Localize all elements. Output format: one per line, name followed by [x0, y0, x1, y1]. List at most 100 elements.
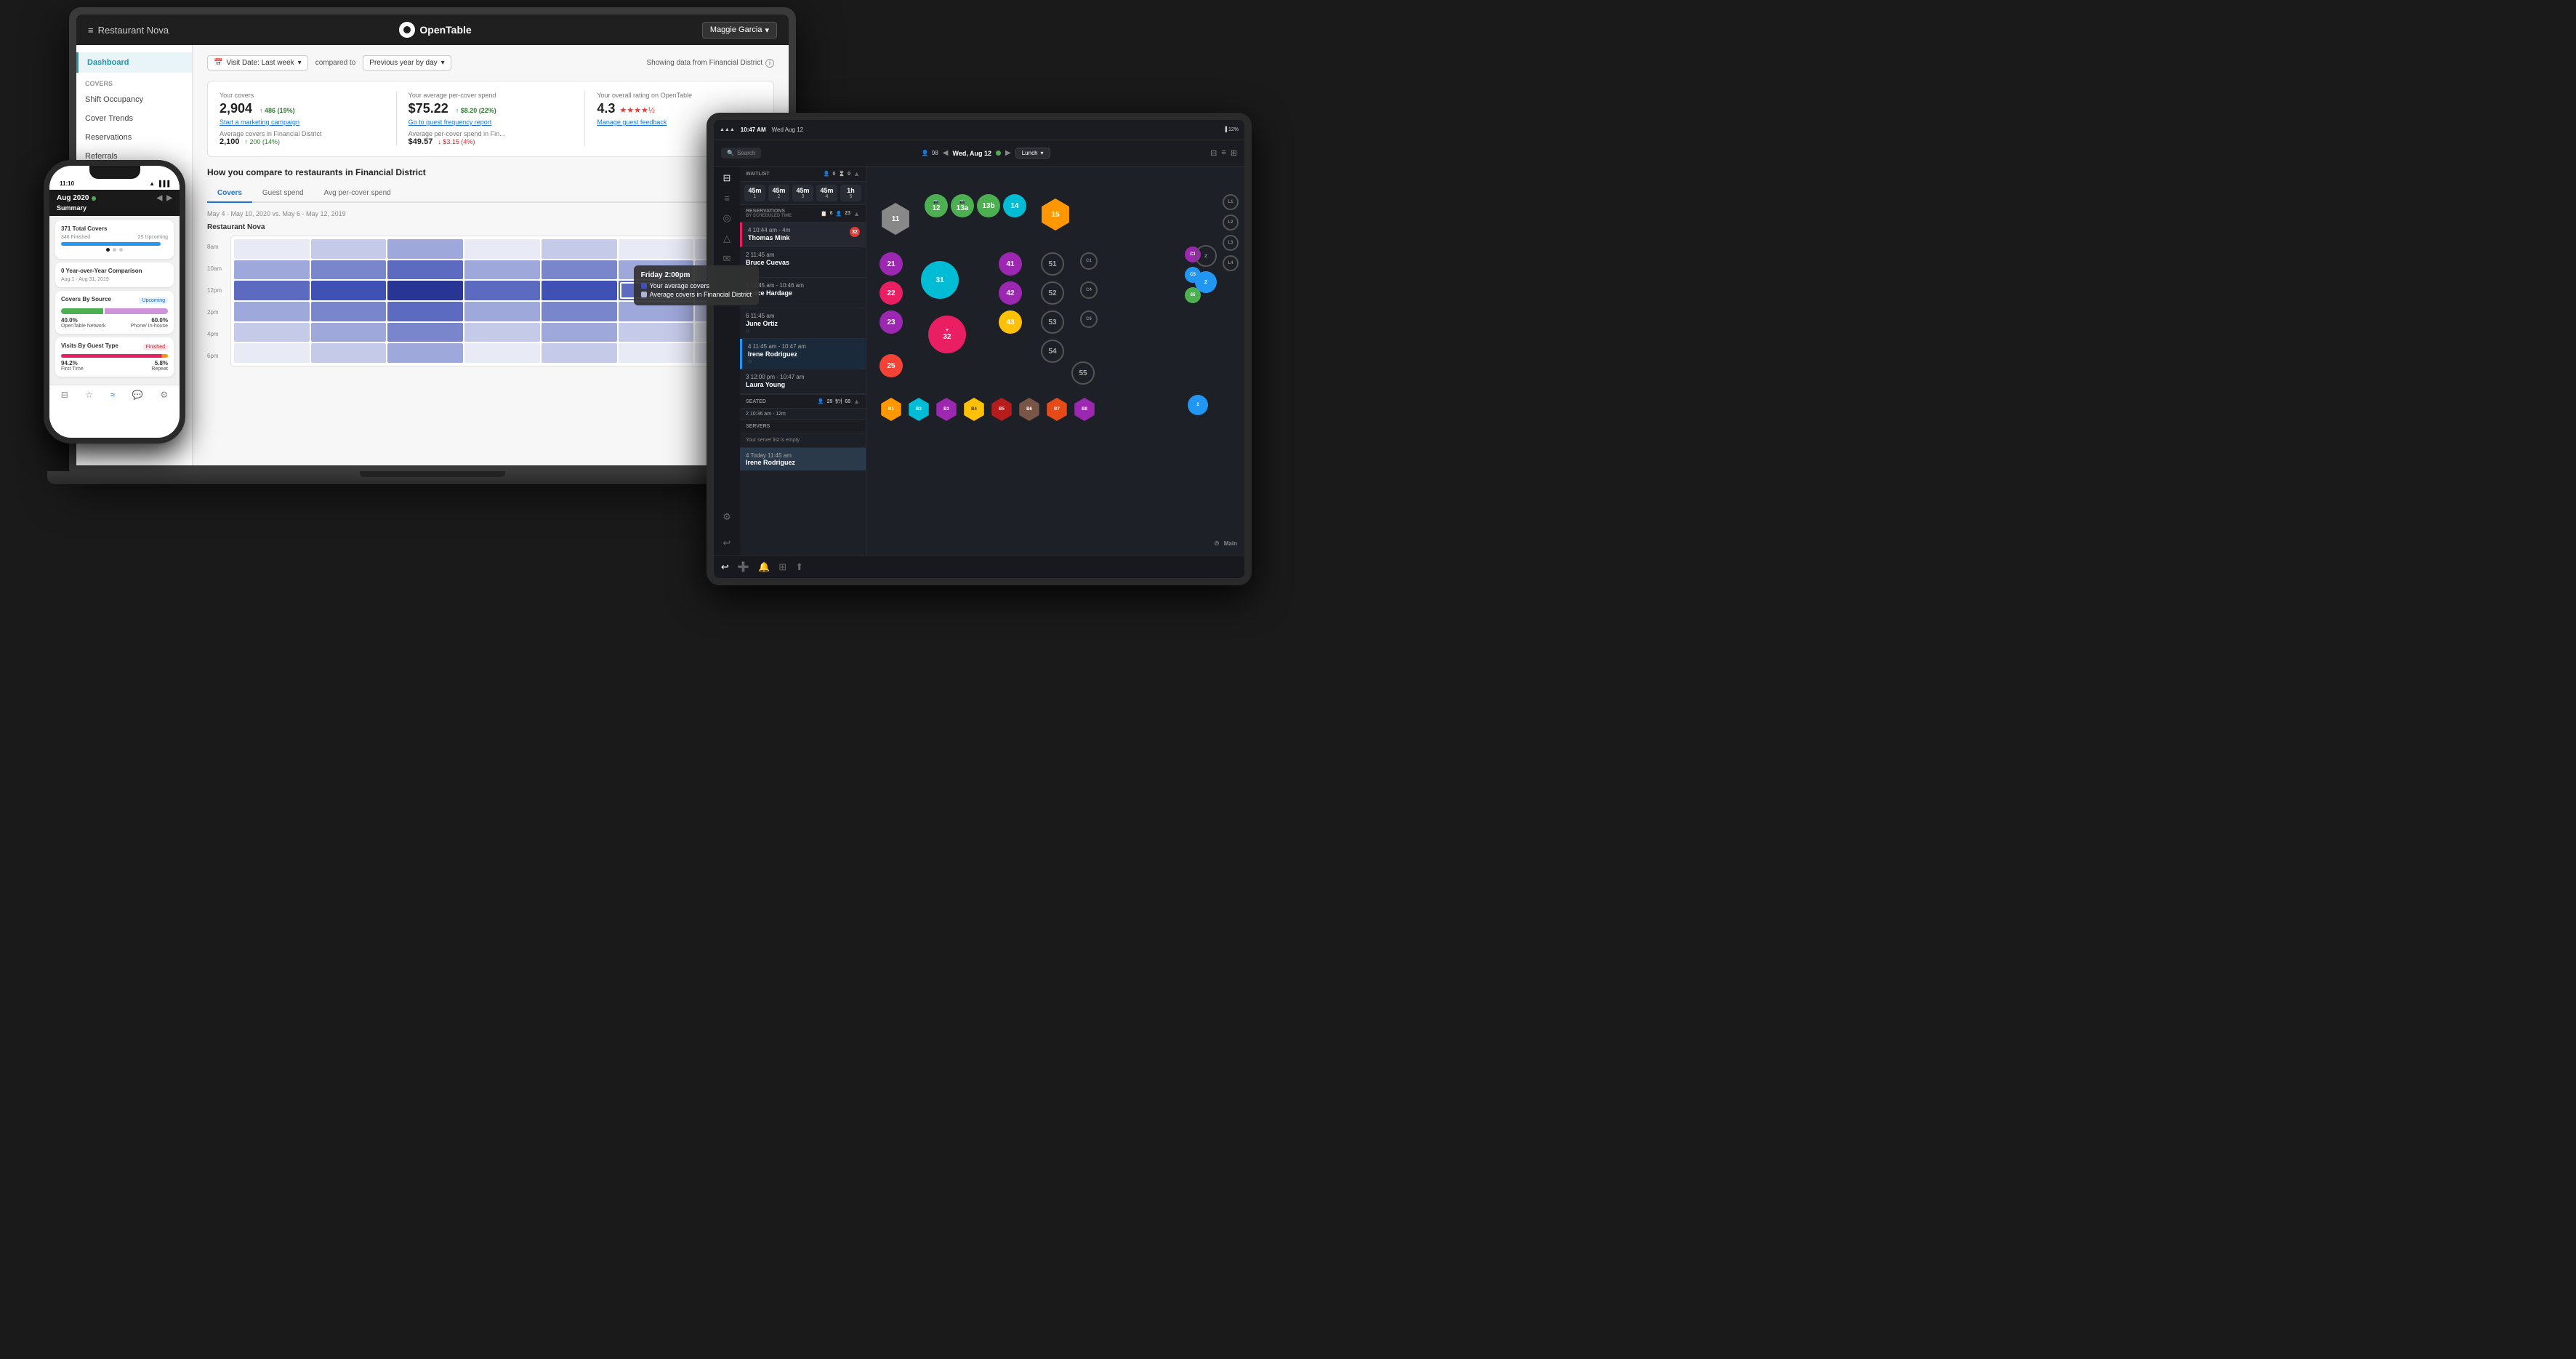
table-r3[interactable]: L3: [1223, 235, 1239, 251]
date-filter-button[interactable]: 📅 Visit Date: Last week ▾: [207, 55, 308, 71]
tab-guest-spend[interactable]: Guest spend: [252, 185, 314, 203]
table-b4[interactable]: B4: [962, 398, 986, 421]
bottom-icon-bell[interactable]: 🔔: [758, 561, 770, 573]
res-card-laura[interactable]: 3 12:00 pm - 10:47 am Laura Young: [740, 369, 866, 394]
tab-covers[interactable]: Covers: [207, 185, 252, 203]
table-51[interactable]: 51: [1041, 252, 1064, 276]
table-b7[interactable]: B7: [1045, 398, 1068, 421]
seated-expand-icon[interactable]: ▲: [853, 398, 860, 405]
table-53[interactable]: 53: [1041, 310, 1064, 334]
sidebar-icon-map[interactable]: ◎: [723, 212, 730, 224]
period-button[interactable]: Previous year by day ▾: [363, 55, 451, 71]
phone-time: 11:10: [60, 180, 74, 187]
grid-view-btn[interactable]: ⊟: [1210, 148, 1217, 158]
prev-month-btn[interactable]: ◀: [157, 194, 163, 202]
nav-settings[interactable]: ⚙: [160, 390, 168, 400]
sidebar-icon-settings[interactable]: ⚙: [723, 511, 731, 523]
table-r4[interactable]: L4: [1223, 255, 1239, 271]
hamburger-menu[interactable]: ≡ Restaurant Nova: [88, 25, 169, 36]
sidebar-icon-back[interactable]: ↩: [723, 537, 731, 549]
table-far-1[interactable]: 2: [1195, 245, 1217, 267]
expand-icon[interactable]: ▲: [853, 170, 860, 177]
spend-sub-value: $49.57: [408, 137, 433, 146]
table-22[interactable]: 22: [880, 281, 903, 305]
list-view-btn[interactable]: ≡: [1221, 148, 1225, 158]
sidebar-icon-home[interactable]: ⊟: [723, 172, 731, 184]
table-23[interactable]: 23: [880, 310, 903, 334]
bottom-icon-add[interactable]: ➕: [738, 561, 749, 573]
table-43[interactable]: 43: [999, 310, 1022, 334]
chevron-down-icon: ▾: [298, 59, 302, 67]
table-bar-extra-1[interactable]: 2: [1188, 395, 1208, 415]
table-21[interactable]: 21: [880, 252, 903, 276]
table-r1[interactable]: L1: [1223, 194, 1239, 210]
table-r2[interactable]: L2: [1223, 215, 1239, 230]
table-32[interactable]: + 32: [928, 316, 966, 353]
table-b3[interactable]: B3: [935, 398, 958, 421]
table-c6[interactable]: C6: [1080, 310, 1098, 328]
search-button[interactable]: 🔍 Search: [721, 148, 761, 159]
table-14[interactable]: 14: [1003, 194, 1026, 217]
opentable-label: OpenTable Network: [61, 324, 105, 329]
table-31[interactable]: 31: [921, 261, 959, 299]
bottom-icon-upload[interactable]: ⬆: [795, 561, 803, 573]
res-badge-1: 32: [850, 227, 860, 237]
table-13b[interactable]: 13b: [977, 194, 1000, 217]
table-far-2[interactable]: 2: [1195, 271, 1217, 293]
table-11[interactable]: 11: [880, 203, 911, 235]
spend-link[interactable]: Go to guest frequency report: [408, 119, 573, 126]
table-view-btn[interactable]: ⊞: [1231, 148, 1237, 158]
res-card-irene[interactable]: 4 11:45 am - 10:47 am Irene Rodriguez ◇: [740, 339, 866, 369]
table-52[interactable]: 52: [1041, 281, 1064, 305]
table-b2[interactable]: B2: [907, 398, 930, 421]
tab-avg-per-cover[interactable]: Avg per-cover spend: [314, 185, 401, 203]
dot-1: [106, 248, 110, 252]
sidebar-icon-list[interactable]: ≡: [724, 193, 730, 204]
sidebar-icon-messages[interactable]: ✉: [723, 253, 731, 265]
table-b8[interactable]: B8: [1073, 398, 1096, 421]
table-55[interactable]: 55: [1071, 361, 1095, 385]
table-b6[interactable]: B6: [1018, 398, 1041, 421]
table-54[interactable]: 54: [1041, 340, 1064, 363]
sidebar-item-dashboard[interactable]: Dashboard: [76, 52, 192, 73]
res-name-4: June Ortiz: [746, 320, 860, 327]
covers-link[interactable]: Start a marketing campaign: [220, 119, 385, 126]
spend-sub-label: Average per-cover spend in Fin...: [408, 130, 573, 137]
covers-progress-bar: [61, 242, 161, 246]
sidebar-icon-alerts[interactable]: △: [723, 233, 730, 244]
sidebar-item-reservations[interactable]: Reservations: [76, 128, 192, 147]
user-menu[interactable]: Maggie Garcia ▾: [702, 22, 777, 39]
table-b5[interactable]: B5: [990, 398, 1013, 421]
seated-header: Seated 👤 29 🍽 68 ▲: [740, 394, 866, 409]
res-expand-icon[interactable]: ▲: [853, 210, 860, 217]
seated-card-1[interactable]: 2 10:36 am - 12m: [740, 409, 866, 420]
nav-home[interactable]: ⊟: [61, 390, 68, 400]
repeat-source: 5.8% Repeat: [151, 360, 168, 372]
meal-selector[interactable]: Lunch ▾: [1015, 148, 1050, 159]
sidebar-item-shift-occupancy[interactable]: Shift Occupancy: [76, 90, 192, 109]
bottom-icon-grid[interactable]: ⊞: [778, 561, 786, 573]
table-c4[interactable]: C4: [1080, 281, 1098, 299]
phone-notch: [89, 166, 140, 179]
table-41[interactable]: 41: [999, 252, 1022, 276]
first-time-source: 94.2% First Time: [61, 360, 84, 372]
prev-arrow[interactable]: ◀: [943, 149, 949, 157]
table-42[interactable]: 42: [999, 281, 1022, 305]
nav-messages[interactable]: 💬: [132, 390, 143, 400]
res-card-june[interactable]: 6 11:45 am June Ortiz ◇: [740, 308, 866, 339]
nav-charts[interactable]: ≈: [110, 390, 116, 400]
bottom-icon-back[interactable]: ↩: [721, 561, 729, 573]
table-12[interactable]: 📷 12: [925, 194, 948, 217]
table-b1[interactable]: B1: [880, 398, 903, 421]
table-25[interactable]: 25: [880, 354, 903, 377]
covers-count: 👤 98: [922, 150, 938, 156]
date-label: Visit Date: Last week: [226, 59, 294, 67]
table-13a[interactable]: 📷 13a: [951, 194, 974, 217]
table-c1[interactable]: C1: [1080, 252, 1098, 270]
next-month-btn[interactable]: ▶: [166, 194, 172, 202]
table-15[interactable]: 15: [1039, 199, 1071, 230]
res-card-thomas[interactable]: 4 10:44 am - 4m Thomas Mink 32: [740, 223, 866, 247]
nav-favorites[interactable]: ☆: [85, 390, 93, 400]
sidebar-item-cover-trends[interactable]: Cover Trends: [76, 109, 192, 128]
next-arrow[interactable]: ▶: [1005, 149, 1011, 157]
